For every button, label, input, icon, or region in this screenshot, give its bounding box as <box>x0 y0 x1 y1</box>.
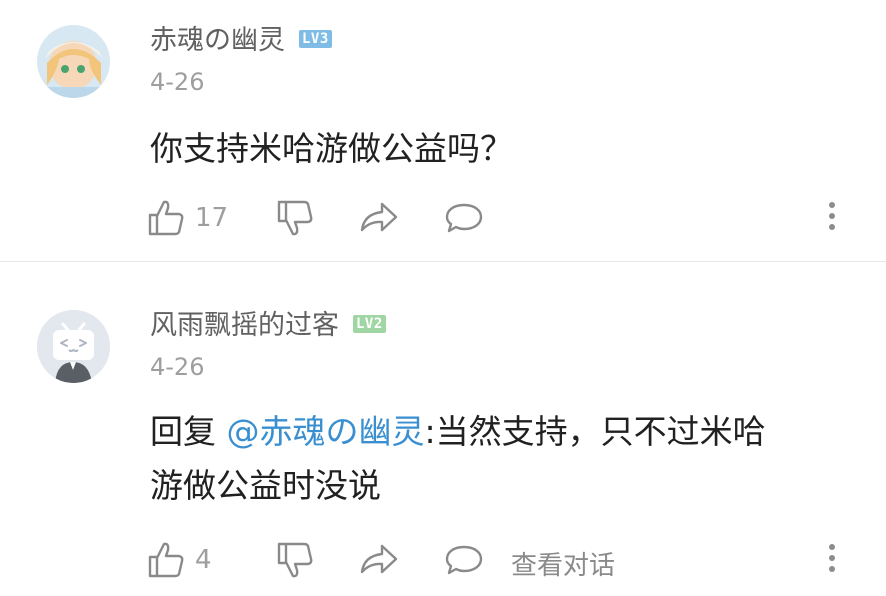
comment-actions: 17 <box>0 193 886 243</box>
like-button[interactable]: 4 <box>147 535 212 585</box>
comment-item: 赤魂の幽灵 LV3 4-26 你支持米哈游做公益吗？ 17 <box>0 0 886 262</box>
comment-date: 4-26 <box>150 353 205 381</box>
username[interactable]: 风雨飘摇的过客 LV2 <box>150 303 386 342</box>
comment-text: 你支持米哈游做公益吗？ <box>150 129 513 168</box>
username-text[interactable]: 风雨飘摇的过客 <box>150 310 339 341</box>
reply-button[interactable] <box>443 535 485 585</box>
reply-bubble-icon <box>445 545 483 575</box>
comment-text: 回复 @赤魂の幽灵:当然支持，只不过米哈 游做公益时没说 <box>150 405 850 513</box>
dot <box>829 224 835 230</box>
dot <box>829 555 835 561</box>
reply-button[interactable] <box>443 193 485 243</box>
thumbs-down-icon <box>277 542 313 578</box>
like-button[interactable]: 17 <box>147 193 228 243</box>
comment-actions: 4 查看对话 <box>0 535 886 585</box>
more-vertical-icon <box>829 202 835 208</box>
avatar[interactable] <box>37 25 110 98</box>
avatar[interactable] <box>37 310 110 383</box>
dislike-button[interactable] <box>276 193 314 243</box>
username-text[interactable]: 赤魂の幽灵 <box>150 25 285 56</box>
reply-bubble-icon <box>445 203 483 233</box>
comment-text-line2: 游做公益时没说 <box>150 466 381 505</box>
like-count: 17 <box>195 203 229 233</box>
dot <box>829 566 835 572</box>
more-options-button[interactable] <box>824 199 840 237</box>
share-button[interactable] <box>358 535 400 585</box>
thumbs-down-icon <box>277 200 313 236</box>
share-icon <box>360 202 398 232</box>
more-vertical-icon <box>829 544 835 550</box>
level-badge: LV3 <box>299 29 332 48</box>
username[interactable]: 赤魂の幽灵 LV3 <box>150 18 332 57</box>
mention-link[interactable]: @赤魂の幽灵 <box>227 412 425 451</box>
more-options-button[interactable] <box>824 541 840 579</box>
thumbs-up-icon <box>148 200 184 236</box>
divider <box>0 261 886 262</box>
share-icon <box>360 544 398 574</box>
dislike-button[interactable] <box>276 535 314 585</box>
comment-date: 4-26 <box>150 68 205 96</box>
view-conversation-link[interactable]: 查看对话 <box>511 545 615 582</box>
comment-item: 风雨飘摇的过客 LV2 4-26 回复 @赤魂の幽灵:当然支持，只不过米哈 游做公… <box>0 263 886 596</box>
thumbs-up-icon <box>148 542 184 578</box>
level-badge: LV2 <box>353 314 386 333</box>
dot <box>829 213 835 219</box>
like-count: 4 <box>195 545 212 575</box>
share-button[interactable] <box>358 193 400 243</box>
reply-prefix: 回复 <box>150 412 227 451</box>
comment-text-line1: :当然支持，只不过米哈 <box>424 412 766 451</box>
